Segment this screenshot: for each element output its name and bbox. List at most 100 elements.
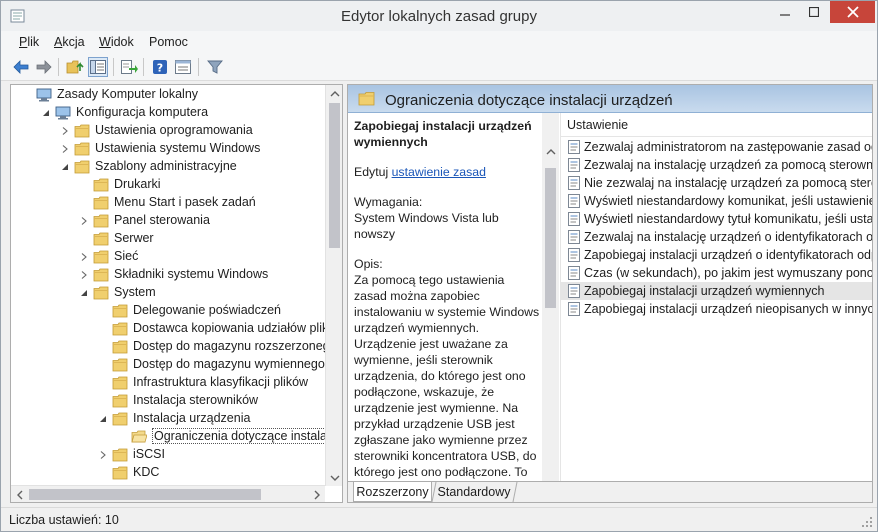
properties-button[interactable] — [173, 57, 193, 77]
tree-item[interactable]: Menu Start i pasek zadań — [11, 194, 331, 212]
tree-item[interactable]: Zasady Komputer lokalny — [11, 86, 331, 104]
tab-standardowy[interactable]: Standardowy — [434, 482, 514, 502]
setting-row[interactable]: Zezwalaj na instalację urządzeń za pomoc… — [561, 156, 872, 174]
tree-item-label: System — [114, 285, 156, 299]
tree-pane[interactable]: Zasady Komputer lokalny Konfiguracja komp… — [10, 84, 343, 503]
menu-pomoc[interactable]: Pomoc — [149, 35, 188, 49]
menu-plik[interactable]: Plik — [19, 35, 39, 49]
setting-row[interactable]: Zapobiegaj instalacji urządzeń wymiennyc… — [561, 282, 872, 300]
tree-item-label: Infrastruktura klasyfikacji plików — [133, 375, 309, 389]
scroll-up-arrow-icon[interactable] — [542, 143, 559, 160]
tree-item[interactable]: Ograniczenia dotyczące instalacji urz — [11, 428, 342, 446]
maximize-icon — [809, 7, 819, 17]
expanded-arrow-icon[interactable] — [98, 414, 108, 424]
folder-icon — [93, 195, 109, 211]
description-scrollbar[interactable] — [542, 113, 559, 481]
scroll-left-arrow-icon[interactable] — [11, 486, 28, 502]
help-button[interactable]: ? — [150, 57, 170, 77]
tree-item[interactable]: Szablony administracyjne — [11, 158, 331, 176]
tree-item[interactable]: Sieć — [11, 248, 331, 266]
menu-widok[interactable]: Widok — [99, 35, 134, 49]
collapsed-arrow-icon[interactable] — [79, 216, 89, 226]
tree-item[interactable]: Instalacja sterowników — [11, 392, 331, 410]
help-icon: ? — [153, 60, 167, 75]
export-list-button[interactable] — [119, 57, 139, 77]
resize-grip-icon[interactable] — [861, 516, 873, 528]
tree-item[interactable]: Delegowanie poświadczeń — [11, 302, 331, 320]
setting-row[interactable]: Zapobiegaj instalacji urządzeń o identyf… — [561, 246, 872, 264]
tree-item[interactable]: Ustawienia systemu Windows — [11, 140, 331, 158]
show-hide-tree-icon — [90, 60, 106, 74]
setting-row[interactable]: Wyświetl niestandardowy komunikat, jeśli… — [561, 192, 872, 210]
collapsed-arrow-icon[interactable] — [98, 450, 108, 460]
folder-icon — [74, 141, 90, 157]
title-bar: Edytor lokalnych zasad grupy — [1, 1, 877, 31]
requirements-label: Wymagania: — [354, 195, 423, 209]
edit-line: Edytuj ustawienie zasad — [354, 164, 540, 180]
tree-item[interactable]: Dostawca kopiowania udziałów plików w — [11, 320, 342, 338]
back-arrow-icon — [13, 60, 29, 74]
tree-item[interactable]: Serwer — [11, 230, 331, 248]
tree-item[interactable]: Składniki systemu Windows — [11, 266, 331, 284]
folder-icon — [112, 375, 128, 391]
filter-button[interactable] — [205, 57, 225, 77]
setting-row[interactable]: Nie zezwalaj na instalację urządzeń za p… — [561, 174, 872, 192]
tab-rozszerzony[interactable]: Rozszerzony — [353, 482, 432, 502]
column-header-setting[interactable]: Ustawienie — [561, 113, 872, 137]
collapsed-arrow-icon[interactable] — [60, 144, 70, 154]
tree-item-label: Drukarki — [114, 177, 161, 191]
expanded-arrow-icon[interactable] — [60, 162, 70, 172]
collapsed-arrow-icon[interactable] — [79, 252, 89, 262]
tree-horizontal-scrollbar[interactable] — [11, 485, 325, 502]
description-label: Opis: — [354, 257, 383, 271]
svg-text:?: ? — [157, 62, 163, 75]
tree-item[interactable]: KDC — [11, 464, 331, 482]
tree-item[interactable]: Konfiguracja komputera — [11, 104, 331, 122]
folder-icon — [112, 339, 128, 355]
tree-item-label: Dostęp do magazynu rozszerzonego — [133, 339, 337, 353]
setting-row[interactable]: Wyświetl niestandardowy tytuł komunikatu… — [561, 210, 872, 228]
scroll-down-arrow-icon[interactable] — [326, 469, 342, 486]
tree-item[interactable]: Dostęp do magazynu rozszerzonego — [11, 338, 337, 356]
tree-item[interactable]: Panel sterowania — [11, 212, 331, 230]
expanded-arrow-icon[interactable] — [41, 108, 51, 118]
folder-icon — [93, 213, 109, 229]
tree-scroll-thumb[interactable] — [329, 103, 340, 248]
setting-row[interactable]: Czas (w sekundach), po jakim jest wymusz… — [561, 264, 872, 282]
forward-button[interactable] — [34, 57, 54, 77]
tree-item[interactable]: System — [11, 284, 331, 302]
collapsed-arrow-icon[interactable] — [60, 126, 70, 136]
tree-item[interactable]: iSCSI — [11, 446, 331, 464]
back-button[interactable] — [11, 57, 31, 77]
expanded-arrow-icon[interactable] — [79, 288, 89, 298]
tree-item[interactable]: Instalacja urządzenia — [11, 410, 331, 428]
setting-row[interactable]: Zezwalaj na instalację urządzeń o identy… — [561, 228, 872, 246]
tree-item[interactable]: Dostęp do magazynu wymiennego — [11, 356, 331, 374]
up-button[interactable] — [65, 57, 85, 77]
setting-row[interactable]: Zezwalaj administratorom na zastępowanie… — [561, 138, 872, 156]
scroll-right-arrow-icon[interactable] — [308, 486, 325, 502]
tree-item-label: Menu Start i pasek zadań — [114, 195, 256, 209]
close-button[interactable] — [830, 1, 875, 23]
tree-item-label: Instalacja urządzenia — [133, 411, 251, 425]
edit-policy-link[interactable]: ustawienie zasad — [392, 165, 486, 179]
folder-icon — [74, 159, 90, 175]
tree-item-label: Instalacja sterowników — [133, 393, 259, 407]
tree-item[interactable]: Drukarki — [11, 176, 331, 194]
tree-item[interactable]: Ustawienia oprogramowania — [11, 122, 331, 140]
setting-row[interactable]: Zapobiegaj instalacji urządzeń nieopisan… — [561, 300, 872, 318]
tree-item[interactable]: Infrastruktura klasyfikacji plików — [11, 374, 331, 392]
tree-hscroll-thumb[interactable] — [29, 489, 261, 500]
setting-label: Zapobiegaj instalacji urządzeń nieopisan… — [584, 302, 872, 316]
minimize-button[interactable] — [771, 1, 799, 23]
setting-label: Zapobiegaj instalacji urządzeń o identyf… — [584, 248, 872, 262]
edit-prefix: Edytuj — [354, 165, 392, 179]
scroll-up-arrow-icon[interactable] — [326, 85, 342, 102]
menu-akcja[interactable]: Akcja — [54, 35, 85, 49]
description-scroll-thumb[interactable] — [545, 168, 556, 308]
maximize-button[interactable] — [800, 1, 828, 23]
show-hide-tree-button[interactable] — [88, 57, 108, 77]
collapsed-arrow-icon[interactable] — [79, 270, 89, 280]
status-bar: Liczba ustawień: 10 — [1, 507, 877, 531]
tree-vertical-scrollbar[interactable] — [325, 85, 342, 486]
